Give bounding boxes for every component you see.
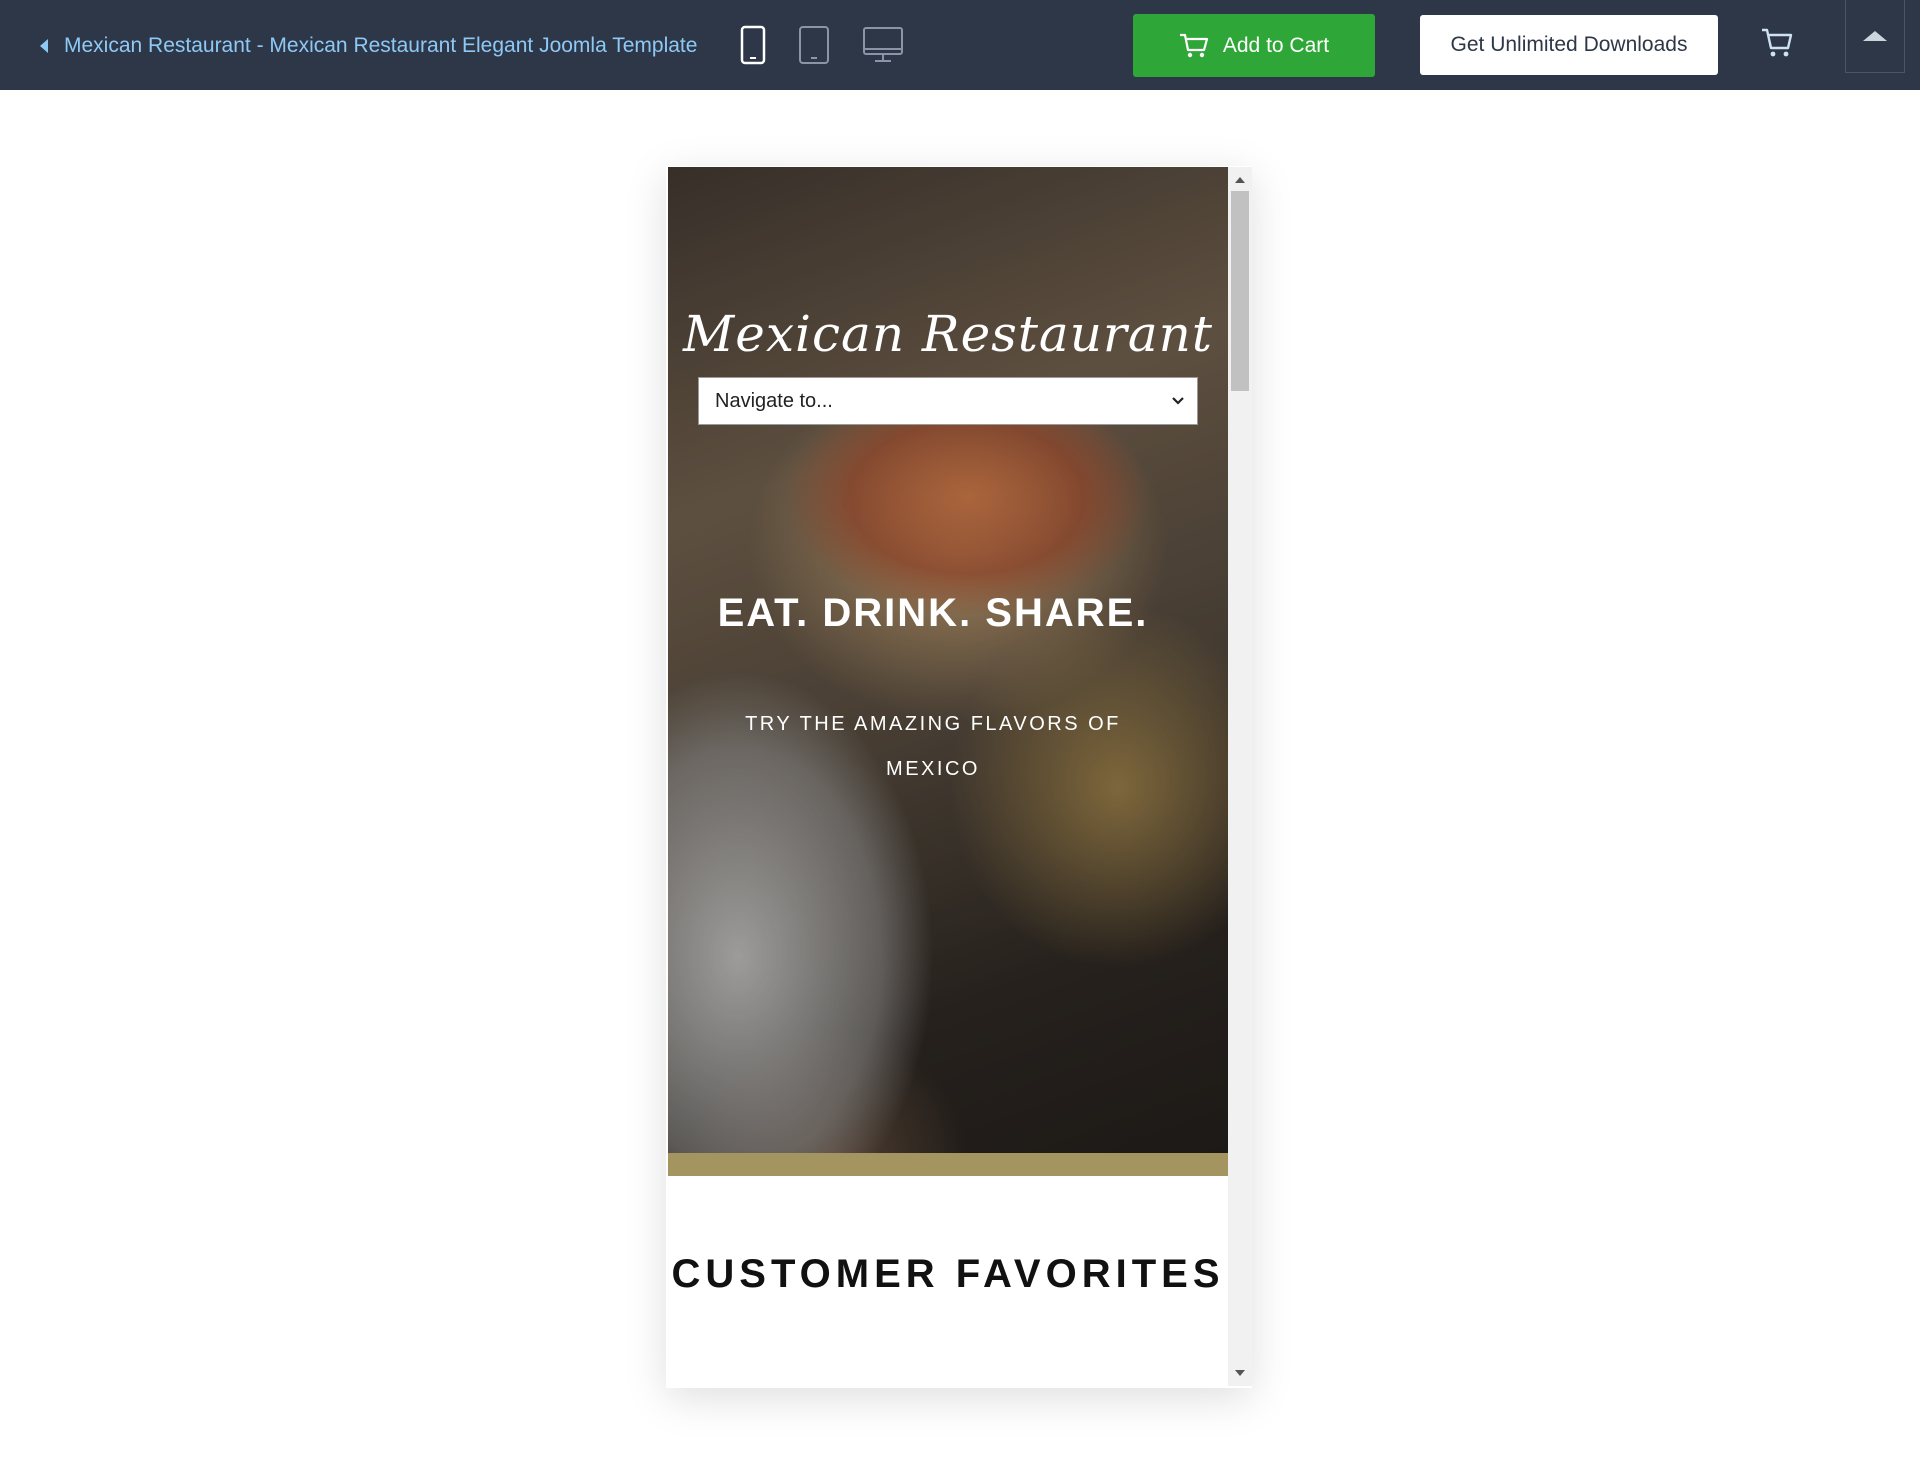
cart-button[interactable] [1760, 26, 1794, 65]
hero-tagline: TRY THE AMAZING FLAVORS OF MEXICO [745, 713, 1121, 780]
cart-icon [1179, 33, 1208, 57]
unlimited-downloads-button[interactable]: Get Unlimited Downloads [1420, 15, 1718, 75]
mobile-view-button[interactable] [740, 20, 766, 70]
desktop-view-button[interactable] [862, 20, 904, 70]
desktop-icon [863, 27, 903, 62]
tablet-icon [799, 26, 829, 64]
navigate-select[interactable]: Navigate to... [698, 377, 1198, 425]
mobile-icon [740, 25, 766, 65]
scroll-up-arrow-icon[interactable] [1235, 177, 1245, 183]
scroll-down-arrow-icon[interactable] [1235, 1370, 1245, 1376]
site-logo[interactable]: Mexican Restaurant [668, 305, 1228, 363]
back-link-label: Mexican Restaurant - Mexican Restaurant … [64, 34, 698, 57]
tablet-view-button[interactable] [798, 20, 830, 70]
back-link[interactable]: Mexican Restaurant - Mexican Restaurant … [40, 26, 697, 66]
device-switcher [740, 20, 904, 70]
chevron-down-icon [1172, 397, 1184, 405]
divider-band [668, 1153, 1228, 1176]
add-to-cart-button[interactable]: Add to Cart [1133, 14, 1375, 77]
chevron-up-icon [1863, 31, 1887, 41]
preview-scrollbar[interactable] [1228, 167, 1252, 1386]
top-bar: Mexican Restaurant - Mexican Restaurant … [0, 0, 1920, 90]
add-to-cart-label: Add to Cart [1222, 33, 1330, 57]
navigate-select-value: Navigate to... [715, 389, 833, 412]
caret-left-icon [40, 39, 48, 53]
preview-frame: Mexican Restaurant Navigate to... EAT. D… [668, 167, 1228, 1386]
hero-image: Mexican Restaurant Navigate to... EAT. D… [668, 167, 1228, 1153]
hero-headline: EAT. DRINK. SHARE. [717, 591, 1149, 635]
scrollbar-thumb[interactable] [1231, 191, 1249, 391]
section-title: CUSTOMER FAVORITES [671, 1252, 1225, 1296]
cart-icon [1762, 28, 1793, 57]
scroll-to-top-button[interactable] [1845, 0, 1905, 73]
